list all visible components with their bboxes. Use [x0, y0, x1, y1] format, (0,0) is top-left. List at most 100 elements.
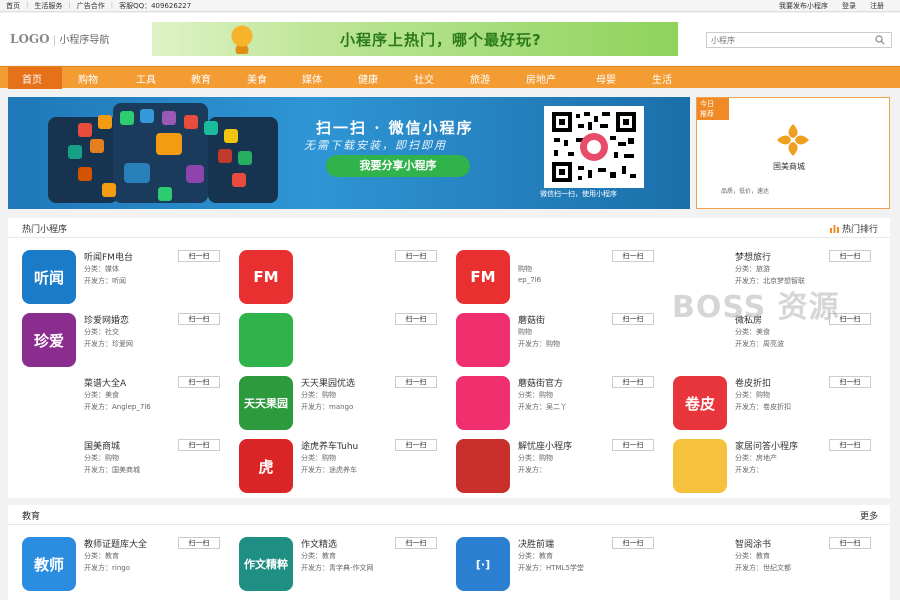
scan-button[interactable]: 扫一扫 [829, 537, 871, 549]
edu-more-link[interactable]: 更多 [860, 509, 878, 522]
app-name[interactable]: 家居问答小程序 [735, 439, 798, 452]
scan-button[interactable]: 扫一扫 [395, 250, 437, 262]
app-name[interactable]: 蘑菇街官方 [518, 376, 563, 389]
app-name[interactable]: 梦想旅行 [735, 250, 771, 263]
app-card[interactable]: 菜谱大全A 分类：美食 开发方：Anglep_7l6 扫一扫 [12, 372, 224, 430]
scan-button[interactable]: 扫一扫 [829, 250, 871, 262]
scan-button[interactable]: 扫一扫 [612, 313, 654, 325]
app-icon[interactable]: 听闻 [22, 250, 76, 304]
app-name[interactable]: 智阅涂书 [735, 537, 771, 550]
scan-button[interactable]: 扫一扫 [829, 376, 871, 388]
app-name[interactable]: 决胜前端 [518, 537, 554, 550]
app-card[interactable]: 卷皮 卷皮折扣 分类：购物 开发方：卷皮折扣 扫一扫 [663, 372, 875, 430]
app-icon[interactable]: FM [456, 250, 510, 304]
today-recommend[interactable]: 今日 推荐 国美商城 品质，低价，速达 [696, 97, 890, 209]
app-card[interactable]: 天天果园 天天果园优选 分类：购物 开发方：mango 扫一扫 [229, 372, 441, 430]
hero-banner[interactable]: 扫一扫 · 微信小程序 无需下载安装，即扫即用 我要分享小程序 微信扫一扫，使用… [8, 97, 690, 209]
login-link[interactable]: 登录 [842, 1, 856, 11]
header-ad-banner[interactable]: 小程序上热门，哪个最好玩? [152, 22, 678, 56]
app-card[interactable]: 蘑菇街官方 分类：购物 开发方：吴二丫 扫一扫 [446, 372, 658, 430]
app-card[interactable]: 扫一扫 [229, 309, 441, 367]
app-card[interactable]: FM 扫一扫 [229, 246, 441, 304]
app-name[interactable]: 听闻FM电台 [84, 250, 133, 263]
scan-button[interactable]: 扫一扫 [178, 537, 220, 549]
nav-item-health[interactable]: 健康 [358, 71, 378, 86]
app-icon[interactable]: 教师 [22, 537, 76, 591]
nav-item-shopping[interactable]: 购物 [78, 71, 98, 86]
scan-button[interactable]: 扫一扫 [612, 439, 654, 451]
app-icon[interactable] [456, 439, 510, 493]
app-icon[interactable]: 天天果园 [239, 376, 293, 430]
register-link[interactable]: 注册 [870, 1, 884, 11]
app-developer: 开发方：国美商城 [84, 466, 140, 474]
app-card[interactable]: 虎途虎养车Tuhu 分类：购物 开发方：途虎养车 扫一扫 [229, 435, 441, 493]
nav-item-home[interactable]: 首页 [22, 71, 42, 86]
app-name[interactable]: 解忧座小程序 [518, 439, 572, 452]
app-name[interactable]: 天天果园优选 [301, 376, 355, 389]
app-name[interactable]: 菜谱大全A [84, 376, 126, 389]
app-card[interactable]: 作文精粹 作文精选 分类：教育 开发方：青字典-作文网 扫一扫 [229, 533, 441, 591]
share-miniprogram-button[interactable]: 我要分享小程序 [326, 155, 470, 177]
app-name[interactable]: 蘑菇街 [518, 313, 545, 326]
topbar-link-life[interactable]: 生活服务 [34, 1, 62, 11]
app-card[interactable]: 家居问答小程序 分类：房地产 开发方： 扫一扫 [663, 435, 875, 493]
scan-button[interactable]: 扫一扫 [395, 313, 437, 325]
app-card[interactable]: [·] 决胜前端 分类：教育 开发方：HTML5学堂 扫一扫 [446, 533, 658, 591]
app-icon[interactable]: 作文精粹 [239, 537, 293, 591]
nav-item-media[interactable]: 媒体 [302, 71, 322, 86]
publish-link[interactable]: 我要发布小程序 [779, 1, 828, 11]
app-name[interactable]: 卷皮折扣 [735, 376, 771, 389]
topbar-link-ads[interactable]: 广告合作 [77, 1, 105, 11]
app-card[interactable]: 智阅涂书 分类：教育 开发方：世纪文都 扫一扫 [663, 533, 875, 591]
app-icon[interactable] [456, 376, 510, 430]
scan-button[interactable]: 扫一扫 [612, 376, 654, 388]
nav-item-education[interactable]: 教育 [191, 71, 211, 86]
app-name[interactable]: 作文精选 [301, 537, 337, 550]
app-name[interactable]: 途虎养车Tuhu [301, 439, 358, 452]
topbar-link-home[interactable]: 首页 [6, 1, 20, 11]
scan-button[interactable]: 扫一扫 [178, 439, 220, 451]
app-card[interactable]: 听闻 听闻FM电台 分类：媒体 开发方：听闻 扫一扫 [12, 246, 224, 304]
app-icon[interactable] [456, 313, 510, 367]
scan-button[interactable]: 扫一扫 [395, 376, 437, 388]
app-card[interactable]: FM 购物 ep_7l6 扫一扫 [446, 246, 658, 304]
nav-item-social[interactable]: 社交 [414, 71, 434, 86]
hot-ranking-link[interactable]: 热门排行 [829, 222, 878, 235]
nav-item-travel[interactable]: 旅游 [470, 71, 490, 86]
app-icon[interactable] [239, 313, 293, 367]
scan-button[interactable]: 扫一扫 [395, 439, 437, 451]
app-name[interactable]: 国美商城 [84, 439, 120, 452]
search-icon[interactable] [875, 35, 885, 45]
recommend-name[interactable]: 国美商城 [773, 161, 805, 172]
nav-item-realestate[interactable]: 房地产 [526, 71, 556, 86]
nav-item-life[interactable]: 生活 [652, 71, 672, 86]
app-card[interactable]: 教师 教师证题库大全 分类：教育 开发方：ringo 扫一扫 [12, 533, 224, 591]
scan-button[interactable]: 扫一扫 [395, 537, 437, 549]
app-icon[interactable] [673, 439, 727, 493]
app-card[interactable]: 国美商城 分类：购物 开发方：国美商城 扫一扫 [12, 435, 224, 493]
app-icon[interactable]: [·] [456, 537, 510, 591]
scan-button[interactable]: 扫一扫 [178, 250, 220, 262]
app-icon[interactable]: 卷皮 [673, 376, 727, 430]
scan-button[interactable]: 扫一扫 [612, 537, 654, 549]
nav-item-tools[interactable]: 工具 [136, 71, 156, 86]
nav-item-baby[interactable]: 母婴 [596, 71, 616, 86]
app-card[interactable]: 蘑菇街 购物 开发方：购物 扫一扫 [446, 309, 658, 367]
scan-button[interactable]: 扫一扫 [612, 250, 654, 262]
search-input[interactable] [707, 33, 867, 47]
nav-item-food[interactable]: 美食 [247, 71, 267, 86]
app-icon[interactable]: FM [239, 250, 293, 304]
app-icon[interactable] [22, 439, 76, 493]
site-logo[interactable]: LOGO | 小程序导航 [10, 31, 109, 46]
scan-button[interactable]: 扫一扫 [829, 439, 871, 451]
app-icon[interactable] [673, 537, 727, 591]
app-icon[interactable]: 珍爱 [22, 313, 76, 367]
app-icon[interactable]: 虎 [239, 439, 293, 493]
app-name[interactable]: 教师证题库大全 [84, 537, 147, 550]
app-name[interactable]: 珍爱网婚恋 [84, 313, 129, 326]
scan-button[interactable]: 扫一扫 [178, 313, 220, 325]
app-card[interactable]: 珍爱 珍爱网婚恋 分类：社交 开发方：珍爱网 扫一扫 [12, 309, 224, 367]
app-icon[interactable] [22, 376, 76, 430]
scan-button[interactable]: 扫一扫 [178, 376, 220, 388]
app-card[interactable]: 解忧座小程序 分类：购物 开发方： 扫一扫 [446, 435, 658, 493]
